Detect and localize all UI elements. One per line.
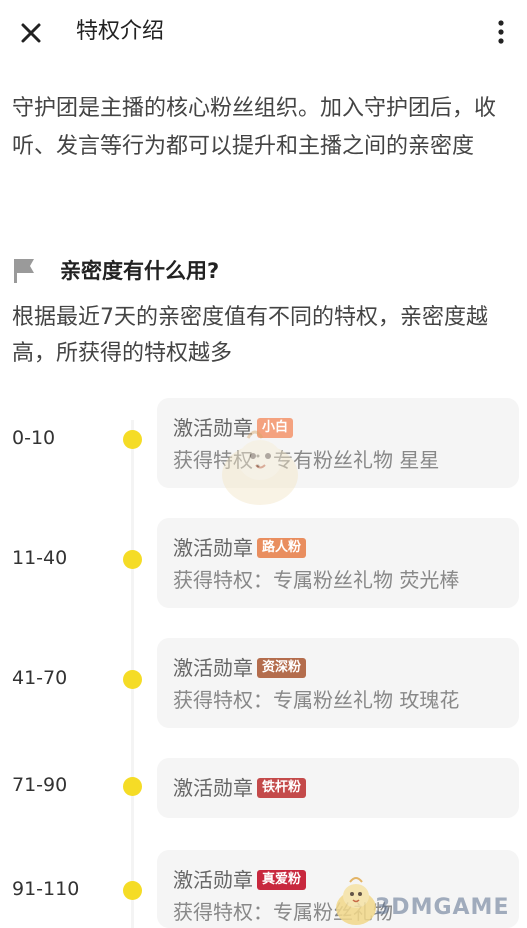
flag-icon <box>14 259 34 283</box>
activate-label: 激活勋章 <box>173 776 253 800</box>
level-badge: 真爱粉 <box>257 870 307 890</box>
privilege-card[interactable]: 激活勋章 路人粉 获得特权：专属粉丝礼物 荧光棒 <box>157 518 519 608</box>
privilege-text: 获得特权：专属粉丝礼物 荧光棒 <box>173 568 460 592</box>
timeline-dot <box>123 881 142 900</box>
range-label: 71-90 <box>12 774 68 796</box>
activate-label: 激活勋章 <box>173 416 253 440</box>
range-label: 91-110 <box>12 878 80 900</box>
activate-label: 激活勋章 <box>173 868 253 892</box>
range-label: 41-70 <box>12 667 68 689</box>
more-vertical-icon[interactable] <box>491 18 511 46</box>
range-label: 0-10 <box>12 427 56 449</box>
privilege-card[interactable]: 激活勋章 小白 获得特权：专有粉丝礼物 星星 <box>157 398 519 488</box>
activate-label: 激活勋章 <box>173 656 253 680</box>
activate-label: 激活勋章 <box>173 536 253 560</box>
privilege-text: 获得特权：专有粉丝礼物 星星 <box>173 448 440 472</box>
level-badge: 小白 <box>257 418 294 438</box>
timeline-dot <box>123 430 142 449</box>
intro-text: 守护团是主播的核心粉丝组织。加入守护团后，收听、发言等行为都可以提升和主播之间的… <box>12 96 497 159</box>
top-bar: 特权介绍 <box>0 0 527 64</box>
range-label: 11-40 <box>12 547 68 569</box>
section-header: 亲密度有什么用? <box>12 252 219 288</box>
privilege-card[interactable]: 激活勋章 资深粉 获得特权：专属粉丝礼物 玫瑰花 <box>157 638 519 728</box>
section-description: 根据最近7天的亲密度值有不同的特权，亲密度越高，所获得的特权越多 <box>12 305 488 366</box>
timeline-dot <box>123 777 142 796</box>
level-badge: 路人粉 <box>257 538 307 558</box>
timeline-dot <box>123 550 142 569</box>
timeline-dot <box>123 670 142 689</box>
page-title: 特权介绍 <box>76 19 165 44</box>
level-badge: 资深粉 <box>257 658 307 678</box>
section-title: 亲密度有什么用? <box>60 259 220 283</box>
watermark-text: 3DMGAME <box>375 895 510 920</box>
privilege-card[interactable]: 激活勋章 铁杆粉 <box>157 758 519 818</box>
close-icon[interactable] <box>16 18 46 48</box>
level-badge: 铁杆粉 <box>257 778 307 798</box>
privilege-text: 获得特权：专属粉丝礼物 玫瑰花 <box>173 688 460 712</box>
